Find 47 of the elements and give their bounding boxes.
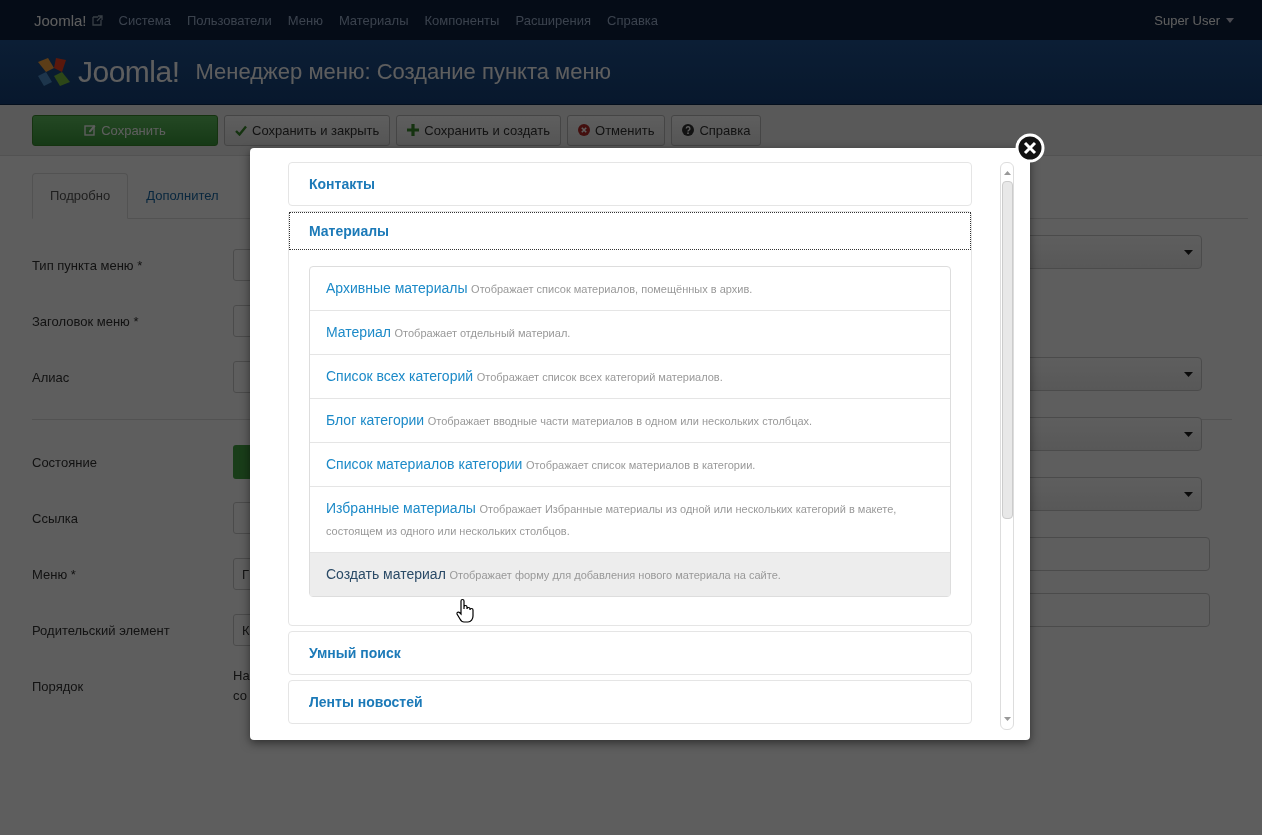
- scroll-up-icon[interactable]: [1003, 171, 1011, 175]
- menu-type-option[interactable]: Список материалов категории Отображает список материалов в категории.: [310, 443, 950, 487]
- check-icon: [235, 124, 247, 136]
- page-title: Менеджер меню: Создание пункта меню: [195, 59, 612, 85]
- caret-icon: [1184, 431, 1193, 437]
- caret-icon: [1184, 249, 1193, 255]
- menu-type-option[interactable]: Блог категории Отображает вводные части материалов в одном или нескольких столбцах.: [310, 399, 950, 443]
- scroll-down-icon[interactable]: [1003, 717, 1011, 721]
- field-label: Алиас: [32, 369, 71, 385]
- caret-icon: [1226, 17, 1234, 23]
- help-icon: [682, 124, 695, 136]
- cancel-icon: [578, 124, 590, 136]
- order-note: со: [233, 687, 248, 705]
- plus-icon: [407, 124, 420, 136]
- menu-type-option[interactable]: Список всех категорий Отображает список всех категорий материалов.: [310, 355, 950, 399]
- toolbar-button[interactable]: Сохранить и создать: [396, 114, 561, 146]
- field-label: Родительский элемент: [32, 622, 171, 638]
- field-label: Тип пункта меню *: [32, 257, 144, 273]
- tab[interactable]: Дополнител: [128, 173, 237, 219]
- tab[interactable]: Подробно: [32, 173, 129, 219]
- hand-cursor-icon: [455, 598, 477, 624]
- menu-type-option[interactable]: Архивные материалы Отображает список материалов, помещённых в архив.: [310, 267, 950, 311]
- field-label: Состояние: [32, 454, 98, 470]
- brand-link[interactable]: Joomla!: [34, 11, 87, 29]
- external-link-icon: [91, 14, 103, 26]
- accordion-heading[interactable]: Материалы: [289, 212, 971, 250]
- caret-icon: [1184, 491, 1193, 497]
- close-icon[interactable]: [1015, 133, 1045, 163]
- caret-icon: [1184, 371, 1193, 377]
- toolbar-button[interactable]: Отменить: [567, 114, 666, 146]
- logo-text: Joomla!: [78, 55, 180, 89]
- toolbar-button[interactable]: Сохранить и закрыть: [224, 114, 391, 146]
- field-label: Порядок: [32, 678, 85, 694]
- toolbar-button[interactable]: Сохранить: [32, 114, 218, 146]
- scrollbar[interactable]: [1000, 162, 1014, 730]
- edit-icon: [84, 124, 97, 136]
- accordion-heading[interactable]: Ленты новостей: [289, 681, 971, 723]
- field-label: Ссылка: [32, 510, 80, 526]
- field-label: Меню *: [32, 566, 77, 582]
- toolbar-button[interactable]: Справка: [671, 114, 762, 146]
- accordion-heading[interactable]: Умный поиск: [289, 632, 971, 674]
- accordion-heading[interactable]: Контакты: [289, 163, 971, 205]
- user-menu[interactable]: Super User: [1154, 12, 1234, 28]
- menu-type-option[interactable]: Материал Отображает отдельный материал.: [310, 311, 950, 355]
- order-note: На: [233, 667, 250, 685]
- field-label: Заголовок меню *: [32, 313, 140, 329]
- menu-type-option[interactable]: Создать материал Отображает форму для добавления нового материала на сайте.: [310, 553, 950, 596]
